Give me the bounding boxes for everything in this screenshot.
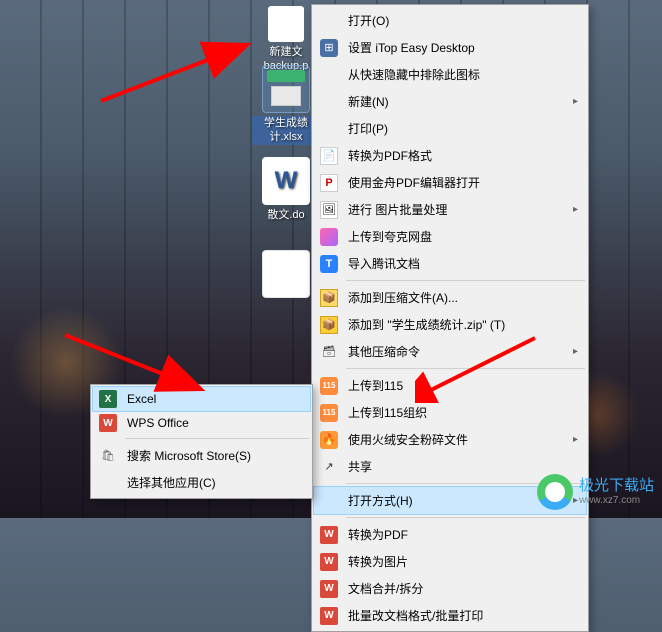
label: 文档合并/拆分 — [348, 580, 423, 597]
label: 打印(P) — [348, 120, 388, 137]
label: 打开方式(H) — [348, 492, 413, 509]
watermark-text: 极光下载站 www.xz7.com — [579, 478, 654, 506]
tencent-icon: T — [320, 255, 338, 273]
menu-add-zip-t[interactable]: 📦 添加到 "学生成绩统计.zip" (T) — [314, 311, 586, 338]
blank-file-icon — [262, 250, 310, 298]
icon-label: 散文.do — [252, 208, 320, 222]
label: 上传到115 — [348, 377, 403, 394]
label: 添加到 "学生成绩统计.zip" (T) — [348, 316, 505, 333]
menu-wps-pdf[interactable]: W 转换为PDF — [314, 521, 586, 548]
wps-icon: W — [320, 553, 338, 571]
wps-icon: W — [320, 607, 338, 625]
image-icon: 🖼 — [320, 201, 338, 219]
label: 从快速隐藏中排除此图标 — [348, 66, 480, 83]
submenu-excel[interactable]: X Excel — [93, 387, 310, 411]
menu-wps-batch[interactable]: W 批量改文档格式/批量打印 — [314, 602, 586, 629]
itop-icon: ⊞ — [320, 39, 338, 57]
wps-icon: W — [320, 526, 338, 544]
menu-tencent[interactable]: T 导入腾讯文档 — [314, 250, 586, 277]
label: 添加到压缩文件(A)... — [348, 289, 458, 306]
menu-upload-kk[interactable]: 上传到夸克网盘 — [314, 223, 586, 250]
pdf-icon: 📄 — [320, 147, 338, 165]
wps-office-icon: W — [99, 414, 117, 432]
label: 共享 — [348, 458, 372, 475]
submenu-choose-other[interactable]: 选择其他应用(C) — [93, 469, 310, 496]
label: 进行 图片批量处理 — [348, 201, 447, 218]
label: 使用金舟PDF编辑器打开 — [348, 174, 480, 191]
menu-wps-merge[interactable]: W 文档合并/拆分 — [314, 575, 586, 602]
file-icon — [268, 6, 304, 42]
menu-other-zip[interactable]: 🗃 其他压缩命令 — [314, 338, 586, 365]
menu-print[interactable]: 打印(P) — [314, 115, 586, 142]
label: 转换为PDF — [348, 526, 408, 543]
desktop-icon-doc[interactable]: 散文.do — [252, 157, 320, 222]
wps-icon: W — [320, 580, 338, 598]
zip-icon: 📦 — [320, 316, 338, 334]
separator — [346, 280, 585, 281]
label: 选择其他应用(C) — [127, 474, 216, 491]
menu-to-pdf[interactable]: 📄 转换为PDF格式 — [314, 142, 586, 169]
label: 新建(N) — [348, 93, 389, 110]
115-icon: 115 — [320, 377, 338, 395]
desktop-icon-backup[interactable]: 新建文backup.p — [252, 6, 320, 74]
label: 搜索 Microsoft Store(S) — [127, 447, 251, 464]
store-icon: 🛍 — [99, 447, 117, 465]
huorong-icon: 🔥 — [320, 431, 338, 449]
label: 使用火绒安全粉碎文件 — [348, 431, 468, 448]
excel-icon: X — [99, 390, 117, 408]
label: 转换为图片 — [348, 553, 408, 570]
menu-115[interactable]: 115 上传到115 — [314, 372, 586, 399]
submenu-wps[interactable]: W WPS Office — [93, 411, 310, 435]
label: 转换为PDF格式 — [348, 147, 432, 164]
watermark-logo-icon — [537, 474, 573, 510]
cloud-icon — [320, 228, 338, 246]
menu-itop[interactable]: ⊞ 设置 iTop Easy Desktop — [314, 34, 586, 61]
label: 批量改文档格式/批量打印 — [348, 607, 483, 624]
label: 导入腾讯文档 — [348, 255, 420, 272]
label: 打开(O) — [348, 12, 389, 29]
compress-icon: 🗃 — [320, 343, 338, 361]
context-menu-main: 打开(O) ⊞设置 iTop Easy Desktop 从快速隐藏中排除此图标 … — [311, 4, 589, 632]
label: 上传到夸克网盘 — [348, 228, 432, 245]
label: 其他压缩命令 — [348, 343, 420, 360]
desktop-icon-xlsx-selected[interactable]: 学生成绩计.xlsx — [252, 65, 320, 145]
submenu-open-with: X Excel W WPS Office 🛍 搜索 Microsoft Store(S… — [90, 384, 313, 499]
share-icon: ↗ — [320, 458, 338, 476]
wps-sheet-icon — [262, 65, 310, 113]
menu-new[interactable]: 新建(N) — [314, 88, 586, 115]
watermark: 极光下载站 www.xz7.com — [537, 474, 654, 510]
watermark-name: 极光下载站 — [579, 478, 654, 495]
115-icon: 115 — [320, 404, 338, 422]
menu-batch-img[interactable]: 🖼 进行 图片批量处理 — [314, 196, 586, 223]
label: Excel — [127, 392, 156, 406]
menu-add-zip-a[interactable]: 📦 添加到压缩文件(A)... — [314, 284, 586, 311]
separator — [125, 438, 309, 439]
label: 设置 iTop Easy Desktop — [348, 39, 475, 56]
word-doc-icon — [262, 157, 310, 205]
submenu-search-store[interactable]: 🛍 搜索 Microsoft Store(S) — [93, 442, 310, 469]
desktop-icon-blank[interactable] — [252, 250, 320, 301]
zip-icon: 📦 — [320, 289, 338, 307]
label: WPS Office — [127, 416, 189, 430]
icon-label: 学生成绩计.xlsx — [252, 116, 320, 145]
menu-pdf-editor[interactable]: P 使用金舟PDF编辑器打开 — [314, 169, 586, 196]
menu-115-group[interactable]: 115 上传到115组织 — [314, 399, 586, 426]
label: 上传到115组织 — [348, 404, 427, 421]
menu-open[interactable]: 打开(O) — [314, 7, 586, 34]
menu-huorong[interactable]: 🔥 使用火绒安全粉碎文件 — [314, 426, 586, 453]
pdf-editor-icon: P — [320, 174, 338, 192]
watermark-url: www.xz7.com — [579, 495, 654, 506]
menu-exclude[interactable]: 从快速隐藏中排除此图标 — [314, 61, 586, 88]
menu-wps-img[interactable]: W 转换为图片 — [314, 548, 586, 575]
separator — [346, 368, 585, 369]
